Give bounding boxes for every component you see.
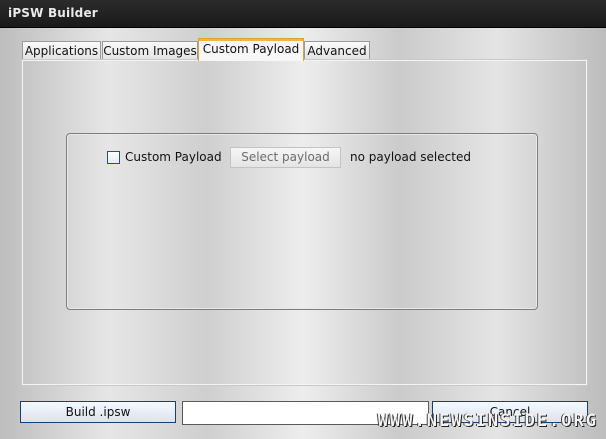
ipsw-builder-window: iPSW Builder Applications Custom Images … <box>0 0 606 439</box>
tab-custom-images[interactable]: Custom Images <box>102 41 198 60</box>
select-payload-button[interactable]: Select payload <box>230 147 341 168</box>
window-title: iPSW Builder <box>8 6 98 20</box>
tab-applications[interactable]: Applications <box>22 41 101 60</box>
custom-payload-checkbox[interactable] <box>107 151 120 164</box>
custom-payload-checkbox-label[interactable]: Custom Payload <box>125 150 222 164</box>
title-bar[interactable]: iPSW Builder <box>0 0 606 28</box>
tab-advanced[interactable]: Advanced <box>304 41 370 60</box>
watermark-text: WWW.NEWSINSIDE.ORG <box>377 411 598 431</box>
payload-status-text: no payload selected <box>350 150 471 164</box>
build-ipsw-button[interactable]: Build .ipsw <box>20 401 176 423</box>
tab-custom-payload[interactable]: Custom Payload <box>198 38 304 61</box>
